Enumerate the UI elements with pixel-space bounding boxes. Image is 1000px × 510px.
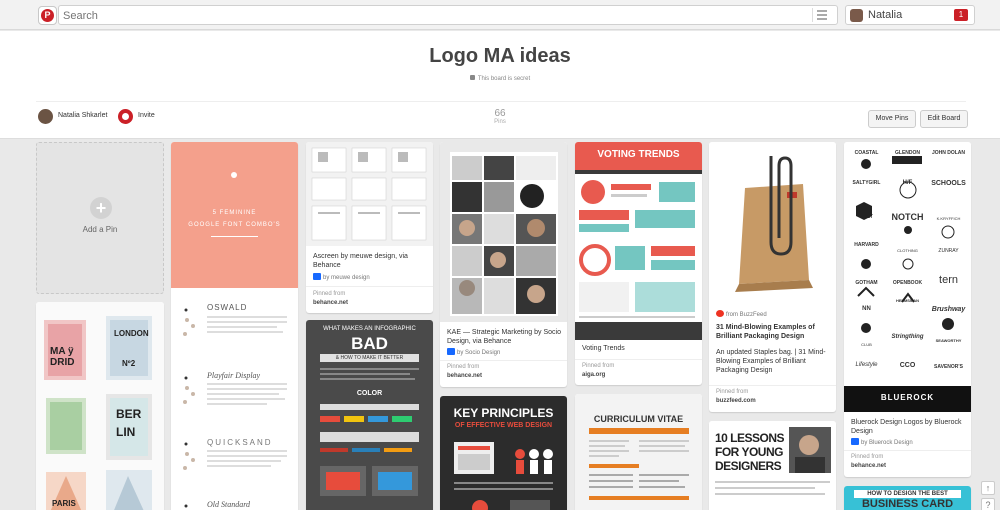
svg-text:Nº2: Nº2: [122, 359, 136, 368]
add-pin-label: Add a Pin: [82, 225, 118, 234]
logo-grid-banner: BLUEROCK: [880, 393, 935, 402]
category-menu-icon[interactable]: [817, 10, 831, 20]
pin-source-text: by Bluerock Design: [861, 440, 913, 446]
buzzfeed-icon: [716, 310, 724, 317]
pin-card-infographic[interactable]: WHAT MAKES AN INFOGRAPHIC BAD & HOW TO M…: [306, 320, 433, 510]
pinned-from-domain[interactable]: aiga.org: [582, 372, 605, 378]
pin-card-voting-trends[interactable]: VOTING TRENDS Voting Trends Pinned from …: [575, 142, 702, 385]
pinned-from-domain[interactable]: buzzfeed.com: [716, 398, 756, 404]
svg-text:MA ÿ: MA ÿ: [50, 346, 74, 357]
pin-image: [440, 142, 567, 322]
behance-icon: [851, 438, 859, 445]
pin-divider: [575, 359, 702, 360]
pin-image: WHAT MAKES AN INFOGRAPHIC BAD & HOW TO M…: [306, 320, 433, 510]
scroll-up-button[interactable]: ↑: [981, 481, 995, 495]
user-menu-button[interactable]: Natalia 1: [845, 5, 975, 25]
pin-card-magazines[interactable]: MA ÿ DRID LONDON Nº2 BER LIN PARIS: [36, 302, 164, 510]
move-pins-button[interactable]: Move Pins: [868, 110, 916, 128]
pinned-from-domain[interactable]: behance.net: [851, 463, 886, 469]
pin-card-kae[interactable]: KAE — Strategic Marketing by Socio Desig…: [440, 142, 567, 387]
pin-description: Voting Trends: [582, 345, 625, 352]
pin-image: KEY PRINCIPLES OF EFFECTIVE WEB DESIGN: [440, 396, 567, 510]
lock-icon: [469, 75, 475, 80]
pin-description: KAE — Strategic Marketing by Socio Desig…: [447, 329, 561, 345]
pin-card-web-design[interactable]: KEY PRINCIPLES OF EFFECTIVE WEB DESIGN: [440, 396, 567, 510]
pin-source-text: by Socio Design: [457, 350, 501, 356]
pin-card-cv[interactable]: CURRICULUM VITAE: [575, 394, 702, 510]
pinned-from-domain[interactable]: behance.net: [313, 300, 348, 306]
pin-image: 5 FEMININE GOOGLE FONT COMBO'S OSWALD Pl…: [171, 142, 298, 510]
pin-count-label: Pins: [494, 119, 506, 125]
pinterest-p-icon: P: [41, 9, 54, 22]
pinterest-logo[interactable]: P: [38, 6, 57, 25]
header-divider: [36, 101, 966, 102]
board-title: Logo MA ideas: [429, 45, 571, 67]
pin-image: COASTAL GLENDON JOHN DOLAN SALTYGIRL H/F…: [844, 142, 971, 412]
pinned-from-label: Pinned from: [582, 363, 615, 369]
svg-text:PARIS: PARIS: [52, 499, 77, 508]
pin-card-google-fonts[interactable]: 5 FEMININE GOOGLE FONT COMBO'S OSWALD Pl…: [171, 142, 298, 510]
pin-count-number: 66: [494, 108, 506, 119]
pin-image: HOW TO DESIGN THE BEST BUSINESS CARD: [844, 486, 971, 510]
notification-badge[interactable]: 1: [954, 9, 968, 21]
pin-card-business-card[interactable]: HOW TO DESIGN THE BEST BUSINESS CARD: [844, 486, 971, 510]
pinned-from-label: Pinned from: [716, 389, 749, 395]
secret-note-text: This board is secret: [477, 76, 531, 82]
business-card-line1: HOW TO DESIGN THE BEST: [867, 491, 948, 497]
pin-image: 10 LESSONS FOR YOUNG DESIGNERS: [709, 421, 836, 510]
pin-source-line[interactable]: from BuzzFeed: [716, 310, 830, 318]
pin-image: VOTING TRENDS: [575, 142, 702, 340]
behance-icon: [447, 348, 455, 355]
search-input[interactable]: [59, 7, 799, 25]
pinned-from-label: Pinned from: [447, 364, 480, 370]
help-button[interactable]: ?: [981, 498, 995, 510]
pin-card-bluerock[interactable]: COASTAL GLENDON JOHN DOLAN SALTYGIRL H/F…: [844, 142, 971, 477]
svg-text:BER: BER: [116, 407, 142, 421]
pin-card-ascreen[interactable]: Ascreen by meuwe design, via Behance by …: [306, 142, 433, 313]
user-avatar: [850, 9, 863, 22]
plus-icon: +: [90, 197, 112, 219]
pin-image: [306, 142, 433, 246]
pin-divider: [440, 360, 567, 361]
board-header: Logo MA ideas This board is secret Natal…: [0, 31, 1000, 139]
search-box[interactable]: [58, 5, 838, 25]
pin-card-staples-bag[interactable]: from BuzzFeed 31 Mind-Blowing Examples o…: [709, 142, 836, 412]
pin-count: 66 Pins: [0, 108, 1000, 125]
add-pin-card[interactable]: + Add a Pin: [36, 142, 164, 294]
pin-description: Bluerock Design Logos by Bluerock Design: [851, 419, 962, 435]
svg-text:DRID: DRID: [50, 357, 74, 368]
svg-text:LONDON: LONDON: [114, 329, 149, 338]
pin-source-text: from BuzzFeed: [726, 312, 767, 318]
pinned-from-domain[interactable]: behance.net: [447, 373, 482, 379]
user-name: Natalia: [868, 9, 903, 21]
pin-image: CURRICULUM VITAE: [575, 394, 702, 510]
edit-board-button[interactable]: Edit Board: [920, 110, 968, 128]
pin-source-line[interactable]: by meuwe design: [313, 273, 427, 281]
pinned-from-label: Pinned from: [313, 291, 346, 297]
pin-divider: [709, 385, 836, 386]
pin-image: MA ÿ DRID LONDON Nº2 BER LIN PARIS: [36, 302, 164, 510]
pin-divider: [306, 286, 433, 287]
secret-note: This board is secret: [0, 75, 1000, 82]
pin-description: Ascreen by meuwe design, via Behance: [313, 253, 408, 269]
pin-source-text: by meuwe design: [323, 275, 370, 281]
search-divider: [812, 8, 813, 22]
pin-source-line[interactable]: by Socio Design: [447, 348, 561, 356]
pin-image: [709, 142, 836, 302]
pinned-from-label: Pinned from: [851, 454, 884, 460]
pin-description: An updated Staples bag. | 31 Mind-Blowin…: [716, 349, 826, 374]
pin-title: 31 Mind-Blowing Examples of Brilliant Pa…: [716, 324, 815, 340]
business-card-line2: BUSINESS CARD: [861, 498, 954, 510]
pin-card-lessons[interactable]: 10 LESSONS FOR YOUNG DESIGNERS: [709, 421, 836, 510]
behance-icon: [313, 273, 321, 280]
svg-text:LIN: LIN: [116, 425, 135, 439]
pin-source-line[interactable]: by Bluerock Design: [851, 438, 965, 446]
pin-divider: [844, 450, 971, 451]
top-bar: P Natalia 1: [0, 0, 1000, 30]
